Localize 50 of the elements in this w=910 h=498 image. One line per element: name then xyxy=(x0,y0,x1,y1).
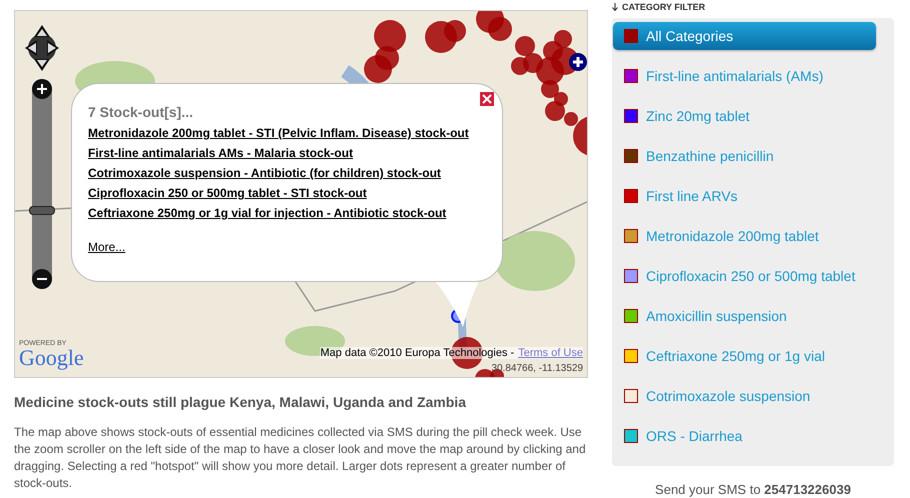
stockout-link[interactable]: Ceftriaxone 250mg or 1g vial for injection - Antibiotic stock-out xyxy=(88,206,486,220)
stockout-link[interactable]: Ciprofloxacin 250 or 500mg tablet - STI stock-out xyxy=(88,186,486,200)
sms-text: Send your SMS to 254713226039 xyxy=(654,482,852,497)
hotspot-cluster[interactable] xyxy=(425,20,466,53)
zoom-in-icon[interactable] xyxy=(32,79,52,99)
category-label: First-line antimalarials (AMs) xyxy=(646,68,824,84)
zoom-slider[interactable] xyxy=(32,79,52,289)
category-item[interactable]: First-line antimalarials (AMs) xyxy=(613,62,876,90)
map[interactable] xyxy=(14,10,588,378)
stockout-link[interactable]: Cotrimoxazole suspension - Antibiotic (for children) stock-out xyxy=(88,166,486,180)
category-label: ORS - Diarrhea xyxy=(646,428,742,444)
category-label: Benzathine penicillin xyxy=(646,148,774,164)
popup-title: 7 Stock-out[s]... xyxy=(88,104,194,120)
category-item[interactable]: All Categories xyxy=(613,22,876,50)
category-label: Ceftriaxone 250mg or 1g vial xyxy=(646,348,825,364)
category-label: Metronidazole 200mg tablet xyxy=(646,228,819,244)
category-item[interactable]: Metronidazole 200mg tablet xyxy=(613,222,876,250)
map-attribution: Map data ©2010 Europa Technologies - xyxy=(320,347,514,359)
category-item[interactable]: Ceftriaxone 250mg or 1g vial xyxy=(613,342,876,370)
category-label: All Categories xyxy=(646,28,734,44)
hotspot-cluster[interactable] xyxy=(364,20,406,83)
zoom-out-icon[interactable] xyxy=(32,269,52,289)
google-logo[interactable]: Google xyxy=(19,347,84,369)
category-item[interactable]: Benzathine penicillin xyxy=(613,142,876,170)
terms-link[interactable]: Terms of Use xyxy=(518,347,583,359)
arrow-down-icon xyxy=(612,3,618,11)
hotspot-cluster[interactable] xyxy=(511,30,587,156)
hotspot-cluster[interactable] xyxy=(476,11,512,41)
category-item[interactable]: Cotrimoxazole suspension xyxy=(613,382,876,410)
zoom-slider-thumb[interactable] xyxy=(29,206,55,216)
category-label: First line ARVs xyxy=(646,188,738,204)
category-item[interactable]: ORS - Diarrhea xyxy=(613,422,876,450)
close-icon[interactable] xyxy=(480,92,494,106)
category-label: Cotrimoxazole suspension xyxy=(646,388,810,404)
stockout-link[interactable]: Metronidazole 200mg tablet - STI (Pelvic Inflam. Disease) stock-out xyxy=(88,126,486,140)
coordinates-text: 30.84766, -11.13529 xyxy=(491,363,583,374)
article-title: Medicine stock-outs still plague Kenya, Malawi, Uganda and Zambia xyxy=(14,394,468,410)
stockout-link[interactable]: First-line antimalarials AMs - Malaria stock-out xyxy=(88,146,486,160)
category-item[interactable]: Amoxicillin suspension xyxy=(613,302,876,330)
category-item[interactable]: Ciprofloxacin 250 or 500mg tablet xyxy=(613,262,876,290)
more-link[interactable]: More... xyxy=(88,240,126,254)
category-label: Ciprofloxacin 250 or 500mg tablet xyxy=(646,268,856,284)
pan-control-icon[interactable] xyxy=(23,23,61,73)
category-label: Zinc 20mg tablet xyxy=(646,108,750,124)
plus-icon[interactable] xyxy=(569,53,587,71)
article-text: The map above shows stock-outs of essential medicines collected via SMS during the pill check week. Use the zoom scroller on the left side of the map to have a closer look and move the map around by clicking and dragging. Selecting a red "hotspot" will show you more detail. Larger dots represent a greater number of stock-outs. xyxy=(14,424,587,492)
category-item[interactable]: First line ARVs xyxy=(613,182,876,210)
category-item[interactable]: Zinc 20mg tablet xyxy=(613,102,876,130)
filter-heading: CATEGORY FILTER xyxy=(622,2,706,12)
category-label: Amoxicillin suspension xyxy=(646,308,787,324)
